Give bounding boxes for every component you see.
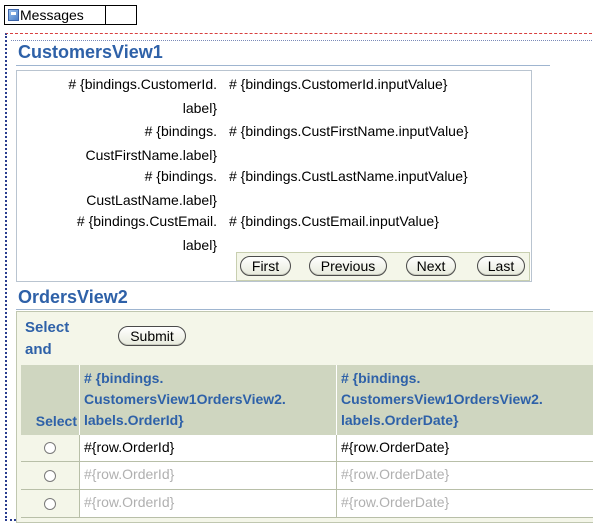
order-date-cell[interactable]: #{row.OrderDate} xyxy=(337,490,593,518)
cust-email-label: # {bindings.CustEmail. label} xyxy=(76,213,217,253)
orders-title-rule xyxy=(16,309,550,310)
select-column-header: Select xyxy=(21,365,80,435)
previous-button[interactable]: Previous xyxy=(309,256,387,276)
messages-label: Messages xyxy=(20,7,84,23)
row-radio-button[interactable] xyxy=(44,497,56,510)
order-id-cell[interactable]: #{row.OrderId} xyxy=(80,462,337,490)
order-id-cell[interactable]: #{row.OrderId} xyxy=(80,435,337,462)
first-button[interactable]: First xyxy=(240,256,291,276)
row-radio-button[interactable] xyxy=(44,469,56,482)
messages-icon xyxy=(8,9,19,21)
select-and-label: Select and xyxy=(25,319,70,358)
cust-last-name-label: # {bindings. CustLastName.label} xyxy=(86,168,217,208)
order-id-cell[interactable]: #{row.OrderId} xyxy=(80,490,337,518)
cust-first-name-label: # {bindings. CustFirstName.label} xyxy=(85,123,218,163)
cust-last-name-value[interactable]: # {bindings.CustLastName.inputValue} xyxy=(229,164,468,188)
row-select-cell[interactable] xyxy=(21,435,80,462)
row-select-cell[interactable] xyxy=(21,490,80,518)
cust-email-value[interactable]: # {bindings.CustEmail.inputValue} xyxy=(229,209,439,233)
orders-title: OrdersView2 xyxy=(18,287,128,307)
submit-button[interactable]: Submit xyxy=(118,326,186,346)
customer-id-value[interactable]: # {bindings.CustomerId.inputValue} xyxy=(229,72,447,96)
order-date-cell[interactable]: #{row.OrderDate} xyxy=(337,435,593,462)
order-id-column-header[interactable]: # {bindings. CustomersView1OrdersView2. … xyxy=(80,365,337,435)
cust-first-name-value[interactable]: # {bindings.CustFirstName.inputValue} xyxy=(229,119,468,143)
frame-inner-rule xyxy=(11,40,592,41)
order-date-column-header[interactable]: # {bindings. CustomersView1OrdersView2. … xyxy=(337,365,593,435)
next-button[interactable]: Next xyxy=(406,256,456,276)
messages-tag[interactable]: Messages xyxy=(4,5,137,25)
row-select-cell[interactable] xyxy=(21,462,80,490)
last-button[interactable]: Last xyxy=(477,256,525,276)
row-radio-button[interactable] xyxy=(44,442,56,454)
customer-id-label: # {bindings.CustomerId. label} xyxy=(68,76,217,116)
messages-tag-label-box: Messages xyxy=(5,6,106,24)
order-date-cell[interactable]: #{row.OrderDate} xyxy=(337,462,593,490)
customers-title: CustomersView1 xyxy=(18,42,163,62)
customers-title-rule xyxy=(16,65,550,66)
